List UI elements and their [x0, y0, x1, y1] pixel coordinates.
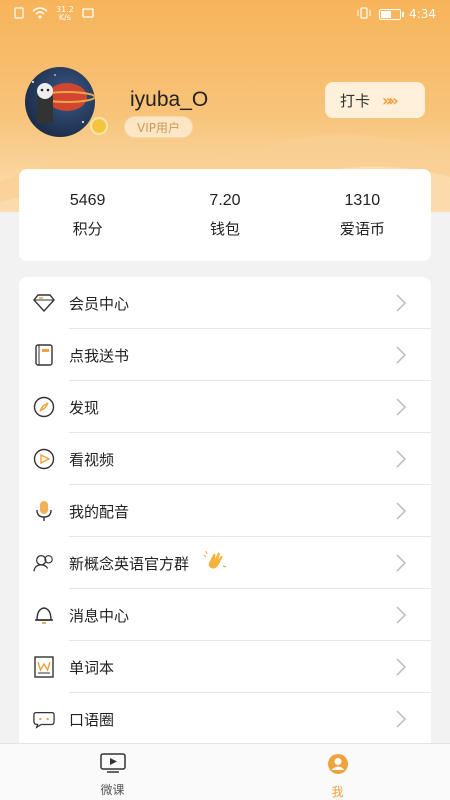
chevron-right-icon — [395, 397, 407, 421]
avatar-image — [25, 67, 95, 137]
chevron-right-icon — [395, 501, 407, 525]
menu-item-free-book[interactable]: 点我送书 — [19, 329, 431, 381]
stats-card: 5469 积分 7.20 钱包 1310 爱语币 — [19, 169, 431, 261]
tab-micro-course[interactable]: 微课 — [0, 744, 225, 800]
checkin-label: 打卡 — [340, 91, 371, 110]
chevron-right-icon — [395, 657, 407, 681]
group-icon — [33, 552, 55, 574]
stat-value: 5469 — [69, 191, 106, 209]
video-play-icon — [33, 448, 55, 470]
menu-item-label: 我的配音 — [69, 502, 130, 521]
bottom-nav: 微课 我 — [0, 743, 450, 800]
menu-item-label: 消息中心 — [69, 606, 130, 625]
chevron-right-icon — [395, 293, 407, 317]
vip-badge: VIP用户 — [124, 116, 193, 138]
menu-item-label: 口语圈 — [69, 710, 115, 729]
chevron-right-icon — [395, 709, 407, 733]
menu-item-label: 点我送书 — [69, 346, 130, 365]
stat-wallet[interactable]: 7.20 钱包 — [156, 192, 293, 239]
stat-value: 1310 — [344, 191, 381, 209]
checkin-button[interactable]: 打卡 »» — [325, 82, 425, 118]
menu-item-label: 新概念英语官方群 — [69, 554, 190, 573]
chevron-right-icon — [395, 449, 407, 473]
user-icon — [326, 753, 350, 779]
video-lesson-icon — [99, 753, 126, 777]
chevron-right-icon — [395, 345, 407, 369]
chat-bubble-icon — [33, 708, 55, 730]
wifi-icon — [32, 6, 48, 22]
tab-label: 微课 — [100, 783, 125, 797]
battery-icon — [379, 8, 405, 20]
avatar[interactable] — [25, 67, 113, 137]
menu-item-my-dubbing[interactable]: 我的配音 — [19, 485, 431, 537]
stat-label: 积分 — [72, 219, 103, 238]
stat-label: 钱包 — [209, 219, 240, 238]
stat-value: 7.20 — [209, 191, 241, 209]
microphone-icon — [33, 500, 55, 522]
menu-item-label: 发现 — [69, 398, 100, 417]
menu-item-discover[interactable]: 发现 — [19, 381, 431, 433]
menu-item-message-center[interactable]: 消息中心 — [19, 589, 431, 641]
network-speed: 31.2 K/s — [56, 5, 74, 22]
sim-icon — [14, 6, 24, 22]
menu-item-watch-video[interactable]: 看视频 — [19, 433, 431, 485]
waving-hand-icon — [203, 549, 227, 577]
stat-label: 爱语币 — [339, 219, 385, 238]
status-bar: 31.2 K/s 4:34 — [0, 0, 450, 28]
compass-icon — [33, 396, 55, 418]
chevron-right-icon — [395, 553, 407, 577]
menu-item-label: 会员中心 — [69, 294, 130, 313]
app-notification-icon — [82, 7, 94, 22]
menu-list: 会员中心 点我送书 发现 看视频 我的配音 新概念英语官方群 消息中心 单词本 … — [19, 277, 431, 747]
menu-item-official-group[interactable]: 新概念英语官方群 — [19, 537, 431, 589]
menu-item-label: 看视频 — [69, 450, 115, 469]
book-icon — [33, 344, 55, 366]
chevron-right-icon — [395, 605, 407, 629]
vibrate-icon — [357, 6, 371, 22]
diamond-icon — [33, 292, 55, 314]
menu-item-wordbook[interactable]: 单词本 — [19, 641, 431, 693]
menu-item-speaking-circle[interactable]: 口语圈 — [19, 693, 431, 745]
bell-icon — [33, 604, 55, 626]
tab-me[interactable]: 我 — [225, 744, 450, 800]
double-chevron-icon: »» — [382, 90, 399, 110]
stat-points[interactable]: 5469 积分 — [19, 192, 156, 239]
wordbook-icon — [33, 656, 55, 678]
status-time: 4:34 — [409, 7, 436, 21]
menu-item-vip-center[interactable]: 会员中心 — [19, 277, 431, 329]
vip-crown-icon — [90, 117, 108, 135]
stat-coins[interactable]: 1310 爱语币 — [294, 192, 431, 239]
tab-label: 我 — [331, 785, 344, 799]
username: iyuba_O — [130, 88, 209, 111]
menu-item-label: 单词本 — [69, 658, 115, 677]
